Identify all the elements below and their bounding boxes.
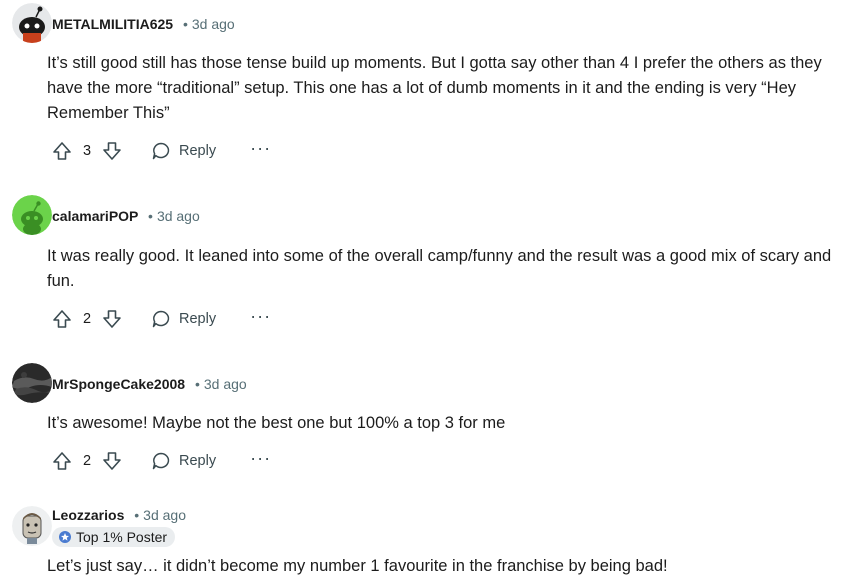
comment-author[interactable]: calamariPOP • 3d ago	[52, 208, 200, 224]
downvote-icon[interactable]	[99, 138, 125, 164]
comment-author[interactable]: Leozzarios • 3d ago	[52, 507, 186, 523]
upvote-icon[interactable]	[49, 306, 75, 332]
comment-body: It was really good. It leaned into some …	[47, 247, 832, 290]
author-name[interactable]: METALMILITIA625	[52, 16, 173, 32]
reply-label: Reply	[179, 453, 217, 469]
avatar[interactable]	[12, 363, 52, 403]
comment-actions: 3 Reply ···	[49, 137, 271, 165]
avatar[interactable]	[12, 195, 52, 235]
author-name[interactable]: MrSpongeCake2008	[52, 376, 185, 392]
top-poster-icon	[59, 531, 71, 543]
reply-label: Reply	[179, 311, 217, 327]
vote-score: 2	[82, 311, 92, 327]
reply-button[interactable]: Reply	[151, 141, 216, 161]
timestamp: 3d ago	[203, 376, 247, 392]
comment-body: Let’s just say… it didn’t become my numb…	[47, 557, 668, 575]
downvote-icon[interactable]	[99, 306, 125, 332]
comment-body: It’s awesome! Maybe not the best one but…	[47, 414, 506, 432]
more-options-icon[interactable]: ···	[250, 307, 271, 327]
avatar[interactable]	[12, 506, 52, 546]
more-options-icon[interactable]: ···	[250, 139, 271, 159]
comment-author[interactable]: MrSpongeCake2008 • 3d ago	[52, 376, 247, 392]
comment-actions: 2 Reply ···	[49, 447, 271, 475]
timestamp: 3d ago	[156, 208, 200, 224]
separator-dot: •	[148, 208, 153, 224]
reply-icon	[152, 142, 170, 160]
user-flair: Top 1% Poster	[52, 527, 176, 547]
comment-actions: 2 Reply ···	[49, 305, 271, 333]
timestamp: 3d ago	[191, 16, 235, 32]
flair-label: Top 1% Poster	[76, 529, 168, 545]
reply-icon	[152, 310, 170, 328]
upvote-icon[interactable]	[49, 138, 75, 164]
upvote-icon[interactable]	[49, 448, 75, 474]
comment-body: It’s still good still has those tense bu…	[47, 54, 822, 122]
downvote-icon[interactable]	[99, 448, 125, 474]
avatar[interactable]	[12, 3, 52, 43]
separator-dot: •	[182, 16, 188, 32]
separator-dot: •	[134, 507, 140, 523]
author-name[interactable]: Leozzarios	[52, 507, 124, 523]
reply-button[interactable]: Reply	[151, 451, 216, 471]
comment-author[interactable]: METALMILITIA625 • 3d ago	[52, 16, 235, 32]
vote-score: 2	[82, 453, 92, 469]
reply-button[interactable]: Reply	[151, 309, 216, 329]
author-name[interactable]: calamariPOP	[52, 208, 138, 224]
more-options-icon[interactable]: ···	[250, 449, 271, 469]
vote-score: 3	[82, 143, 92, 159]
reply-icon	[152, 452, 170, 470]
separator-dot: •	[194, 376, 200, 392]
timestamp: 3d ago	[143, 507, 186, 523]
reply-label: Reply	[179, 143, 217, 159]
